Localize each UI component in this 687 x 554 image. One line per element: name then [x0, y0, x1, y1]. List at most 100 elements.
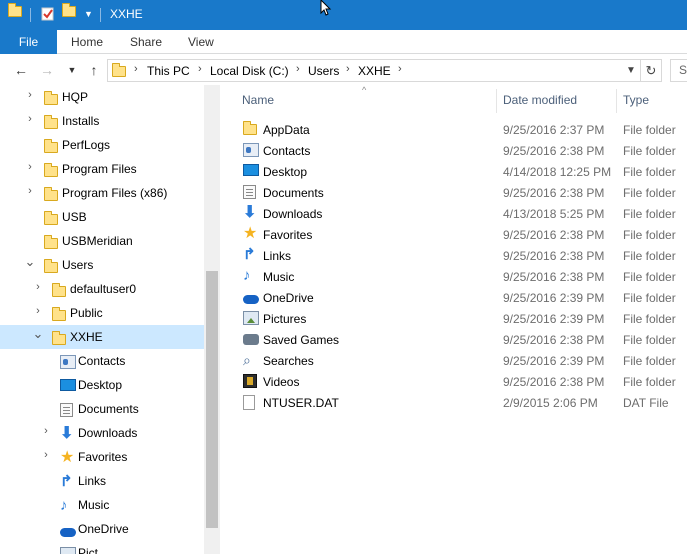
- folder-icon: [44, 187, 58, 202]
- nav-tree-label: Users: [62, 258, 94, 272]
- nav-tree-item[interactable]: PerfLogs: [0, 133, 204, 157]
- column-divider[interactable]: [616, 89, 617, 113]
- expand-chevron-icon[interactable]: ›: [32, 305, 44, 319]
- expand-chevron-icon: [24, 137, 36, 151]
- folder-icon: [44, 259, 58, 274]
- file-row[interactable]: Contacts 9/25/2016 2:38 PM File folder: [240, 140, 687, 161]
- nav-tree-item[interactable]: ⌄ XXHE: [0, 325, 204, 349]
- properties-icon[interactable]: [40, 6, 56, 24]
- file-row[interactable]: NTUSER.DAT 2/9/2015 2:06 PM DAT File: [240, 392, 687, 413]
- forward-button[interactable]: →: [38, 61, 56, 79]
- new-folder-icon[interactable]: [62, 3, 78, 24]
- file-row[interactable]: Desktop 4/14/2018 12:25 PM File folder: [240, 161, 687, 182]
- back-button[interactable]: ←: [12, 61, 30, 79]
- links-icon: ↱: [60, 473, 73, 490]
- expand-chevron-icon[interactable]: ›: [24, 161, 36, 175]
- file-row[interactable]: ★ Favorites 9/25/2016 2:38 PM File folder: [240, 224, 687, 245]
- file-name: Videos: [263, 375, 300, 389]
- collapse-chevron-icon[interactable]: ⌄: [32, 326, 44, 341]
- file-type: File folder: [623, 186, 676, 200]
- file-name: NTUSER.DAT: [263, 396, 339, 410]
- nav-tree-item[interactable]: › HQP: [0, 85, 204, 109]
- file-row[interactable]: ⬇ Downloads 4/13/2018 5:25 PM File folder: [240, 203, 687, 224]
- breadcrumb-xxhe[interactable]: XXHE: [358, 64, 391, 78]
- file-row[interactable]: Saved Games 9/25/2016 2:38 PM File folder: [240, 329, 687, 350]
- file-row[interactable]: Pictures 9/25/2016 2:39 PM File folder: [240, 308, 687, 329]
- nav-tree-item[interactable]: OneDrive: [0, 517, 204, 541]
- search-input[interactable]: S: [670, 59, 687, 82]
- file-type: File folder: [623, 249, 676, 263]
- tab-view[interactable]: View: [188, 30, 214, 54]
- file-date-modified: 4/14/2018 12:25 PM: [503, 165, 612, 179]
- up-button[interactable]: ↑: [85, 61, 103, 79]
- expand-chevron-icon[interactable]: ›: [32, 281, 44, 295]
- nav-tree-label: Installs: [62, 114, 100, 128]
- breadcrumb-this-pc[interactable]: This PC: [147, 64, 190, 78]
- nav-tree-label: Program Files (x86): [62, 186, 168, 200]
- nav-tree-item[interactable]: › Program Files: [0, 157, 204, 181]
- nav-tree-item[interactable]: ♪ Music: [0, 493, 204, 517]
- refresh-button[interactable]: ↻: [640, 60, 661, 81]
- breadcrumb-users[interactable]: Users: [308, 64, 339, 78]
- column-header-date[interactable]: Date modified: [503, 93, 577, 107]
- collapse-chevron-icon[interactable]: ⌄: [24, 254, 36, 269]
- nav-tree-item[interactable]: › Program Files (x86): [0, 181, 204, 205]
- nav-tree-item[interactable]: › Public: [0, 301, 204, 325]
- nav-tree-item[interactable]: ↱ Links: [0, 469, 204, 493]
- tab-home[interactable]: Home: [71, 30, 103, 54]
- chevron-right-icon[interactable]: ›: [296, 63, 300, 75]
- chevron-right-icon[interactable]: ›: [198, 63, 202, 75]
- chevron-right-icon[interactable]: ›: [346, 63, 350, 75]
- file-row[interactable]: ⌕ Searches 9/25/2016 2:39 PM File folder: [240, 350, 687, 371]
- file-row[interactable]: ♪ Music 9/25/2016 2:38 PM File folder: [240, 266, 687, 287]
- chevron-right-icon[interactable]: ›: [134, 63, 138, 75]
- tab-file[interactable]: File: [0, 30, 57, 54]
- column-header-name[interactable]: Name: [242, 93, 274, 107]
- nav-tree-label: PerfLogs: [62, 138, 111, 152]
- nav-tree-item[interactable]: Pict: [0, 541, 204, 554]
- file-row[interactable]: Documents 9/25/2016 2:38 PM File folder: [240, 182, 687, 203]
- nav-tree-item[interactable]: Desktop: [0, 373, 204, 397]
- nav-tree-item[interactable]: › ⬇ Downloads: [0, 421, 204, 445]
- file-name: AppData: [263, 123, 310, 137]
- expand-chevron-icon: [40, 521, 52, 535]
- nav-tree-item[interactable]: USB: [0, 205, 204, 229]
- expand-chevron-icon: [24, 209, 36, 223]
- address-bar[interactable]: › This PC › Local Disk (C:) › Users › XX…: [107, 59, 662, 82]
- column-divider[interactable]: [496, 89, 497, 113]
- file-date-modified: 4/13/2018 5:25 PM: [503, 207, 605, 221]
- nav-scrollbar-thumb[interactable]: [206, 271, 218, 528]
- mouse-cursor-icon: [320, 0, 332, 16]
- nav-tree-item[interactable]: › defaultuser0: [0, 277, 204, 301]
- nav-tree-item[interactable]: USBMeridian: [0, 229, 204, 253]
- column-header-type[interactable]: Type: [623, 93, 649, 107]
- nav-scrollbar[interactable]: [204, 85, 220, 554]
- expand-chevron-icon: [40, 401, 52, 415]
- address-dropdown-icon[interactable]: ▼: [623, 62, 639, 79]
- file-row[interactable]: AppData 9/25/2016 2:37 PM File folder: [240, 119, 687, 140]
- breadcrumb-local-disk[interactable]: Local Disk (C:): [210, 64, 289, 78]
- expand-chevron-icon[interactable]: ›: [40, 449, 52, 463]
- nav-tree-item[interactable]: › Installs: [0, 109, 204, 133]
- customize-toolbar-icon[interactable]: ▼: [84, 9, 100, 27]
- nav-tree-label: Links: [78, 474, 107, 488]
- expand-chevron-icon[interactable]: ›: [40, 425, 52, 439]
- expand-chevron-icon[interactable]: ›: [24, 185, 36, 199]
- folder-icon: [52, 283, 66, 298]
- file-row[interactable]: Videos 9/25/2016 2:38 PM File folder: [240, 371, 687, 392]
- nav-tree-item[interactable]: Contacts: [0, 349, 204, 373]
- nav-tree-item[interactable]: Documents: [0, 397, 204, 421]
- file-type: File folder: [623, 291, 676, 305]
- chevron-right-icon[interactable]: ›: [398, 63, 402, 75]
- file-row[interactable]: ↱ Links 9/25/2016 2:38 PM File folder: [240, 245, 687, 266]
- file-name: Pictures: [263, 312, 307, 326]
- nav-tree-item[interactable]: › ★ Favorites: [0, 445, 204, 469]
- file-row[interactable]: OneDrive 9/25/2016 2:39 PM File folder: [240, 287, 687, 308]
- tab-share[interactable]: Share: [130, 30, 162, 54]
- file-name: Downloads: [263, 207, 323, 221]
- expand-chevron-icon[interactable]: ›: [24, 113, 36, 127]
- recent-locations-button[interactable]: ▼: [63, 61, 81, 79]
- expand-chevron-icon[interactable]: ›: [24, 89, 36, 103]
- nav-tree-item[interactable]: ⌄ Users: [0, 253, 204, 277]
- file-date-modified: 9/25/2016 2:39 PM: [503, 354, 605, 368]
